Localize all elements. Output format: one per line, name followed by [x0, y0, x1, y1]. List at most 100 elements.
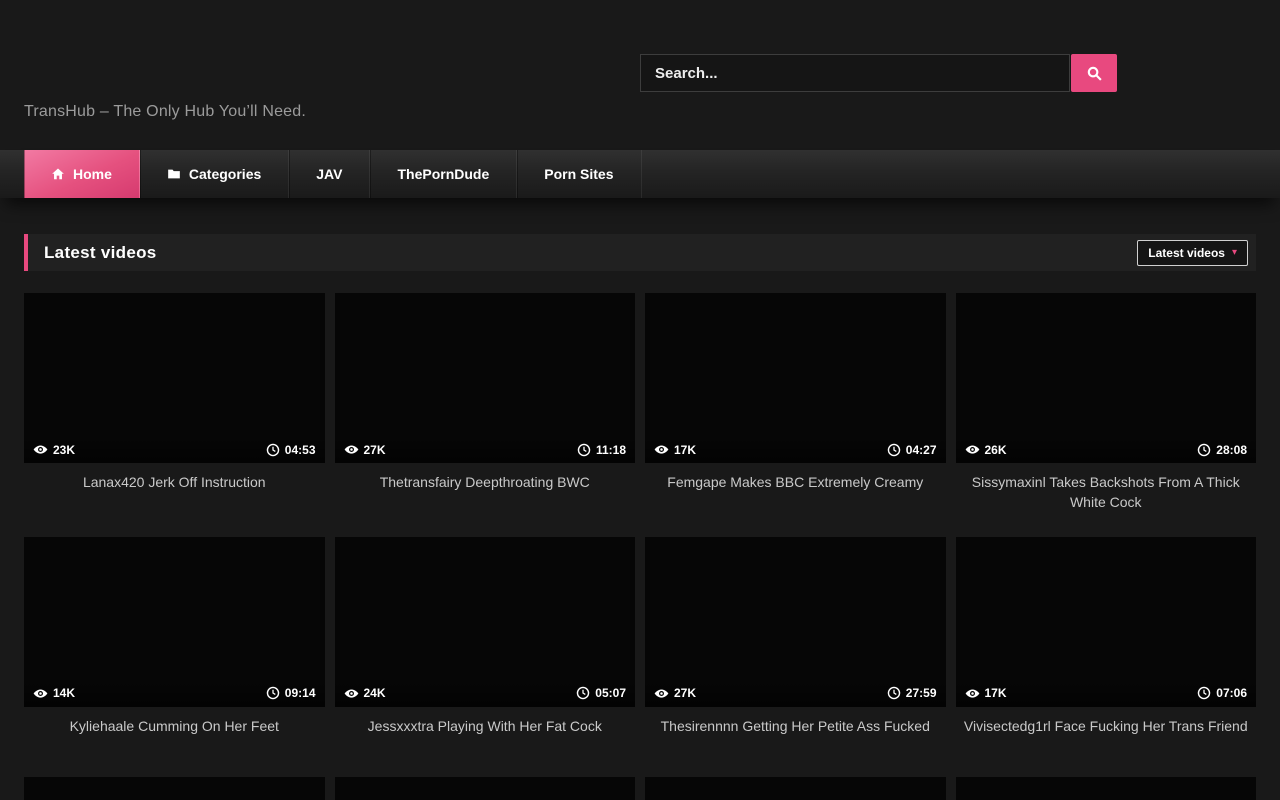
section-header: Latest videos Latest videos ▾: [24, 234, 1256, 271]
view-count: 14K: [33, 686, 75, 701]
video-duration: 04:27: [887, 443, 937, 457]
nav-item-label: Categories: [189, 166, 261, 182]
eye-icon: [344, 442, 359, 457]
view-count: 27K: [344, 442, 386, 457]
video-card[interactable]: 17K 04:27 Femgape: [645, 293, 946, 513]
video-meta: 26K 28:08: [956, 436, 1257, 463]
video-title[interactable]: Thetransfairy Deepthroating BWC: [335, 472, 636, 509]
clock-icon: [887, 443, 901, 457]
clock-icon: [576, 686, 590, 700]
video-card[interactable]: 17K 07:06 Vivisec: [956, 537, 1257, 753]
video-title[interactable]: Thesirennnn Getting Her Petite Ass Fucke…: [645, 716, 946, 753]
main-content: Latest videos Latest videos ▾: [24, 234, 1256, 800]
nav-item-home[interactable]: Home: [24, 150, 140, 198]
video-duration: 07:06: [1197, 686, 1247, 700]
view-count-value: 14K: [53, 686, 75, 700]
video-duration: 05:07: [576, 686, 626, 700]
video-title[interactable]: Vivisectedg1rl Face Fucking Her Trans Fr…: [956, 716, 1257, 753]
video-thumbnail[interactable]: 27K 27:59: [645, 537, 946, 707]
video-duration: 09:14: [266, 686, 316, 700]
search-button[interactable]: [1071, 54, 1117, 92]
sort-label: Latest videos: [1148, 246, 1225, 260]
video-meta: 23K 04:53: [24, 436, 325, 463]
video-title[interactable]: Kyliehaale Cumming On Her Feet: [24, 716, 325, 753]
video-title[interactable]: Femgape Makes BBC Extremely Creamy: [645, 472, 946, 509]
sort-dropdown[interactable]: Latest videos ▾: [1137, 240, 1248, 266]
video-thumbnail[interactable]: 17K 04:27: [645, 293, 946, 463]
nav-item-label: Porn Sites: [544, 166, 613, 182]
view-count: 17K: [965, 686, 1007, 701]
header: TransHub – The Only Hub You’ll Need.: [0, 0, 1280, 150]
video-thumbnail[interactable]: 17K 07:06: [956, 537, 1257, 707]
video-thumbnail[interactable]: 24K 05:07: [335, 537, 636, 707]
view-count-value: 24K: [364, 686, 386, 700]
view-count: 17K: [654, 442, 696, 457]
view-count: 24K: [344, 686, 386, 701]
video-card[interactable]: 26K 28:08 Sissyma: [956, 293, 1257, 513]
video-thumbnail[interactable]: [335, 777, 636, 800]
search-bar: [640, 54, 1117, 92]
video-card[interactable]: 24K 05:07 Jessxxx: [335, 537, 636, 753]
video-thumbnail[interactable]: [956, 777, 1257, 800]
nav-item-label: JAV: [316, 166, 342, 182]
video-duration: 28:08: [1197, 443, 1247, 457]
eye-icon: [33, 442, 48, 457]
video-meta: 17K 04:27: [645, 436, 946, 463]
clock-icon: [1197, 443, 1211, 457]
view-count: 23K: [33, 442, 75, 457]
eye-icon: [33, 686, 48, 701]
search-icon: [1086, 65, 1103, 82]
nav-item-label: Home: [73, 166, 112, 182]
video-card-partial[interactable]: [956, 777, 1257, 800]
nav-item-theporndude[interactable]: ThePornDude: [370, 150, 517, 198]
video-card[interactable]: 27K 11:18 Thetran: [335, 293, 636, 513]
eye-icon: [654, 686, 669, 701]
video-title[interactable]: Jessxxxtra Playing With Her Fat Cock: [335, 716, 636, 753]
main-nav: Home Categories JAV ThePornDude Porn Sit…: [0, 150, 1280, 198]
video-meta: 27K 27:59: [645, 680, 946, 707]
video-thumbnail[interactable]: [645, 777, 946, 800]
video-card[interactable]: 27K 27:59 Thesire: [645, 537, 946, 753]
video-duration: 27:59: [887, 686, 937, 700]
view-count-value: 27K: [674, 686, 696, 700]
video-duration-value: 07:06: [1216, 686, 1247, 700]
video-title[interactable]: Lanax420 Jerk Off Instruction: [24, 472, 325, 509]
nav-item-jav[interactable]: JAV: [289, 150, 370, 198]
home-icon: [51, 167, 65, 181]
video-thumbnail[interactable]: [24, 777, 325, 800]
video-card-partial[interactable]: [24, 777, 325, 800]
video-duration-value: 09:14: [285, 686, 316, 700]
eye-icon: [965, 442, 980, 457]
clock-icon: [266, 686, 280, 700]
nav-item-categories[interactable]: Categories: [140, 150, 289, 198]
video-thumbnail[interactable]: 26K 28:08: [956, 293, 1257, 463]
view-count-value: 26K: [985, 443, 1007, 457]
clock-icon: [1197, 686, 1211, 700]
video-meta: 27K 11:18: [335, 436, 636, 463]
video-title[interactable]: Sissymaxinl Takes Backshots From A Thick…: [956, 472, 1257, 513]
video-duration: 11:18: [577, 443, 626, 457]
video-thumbnail[interactable]: 23K 04:53: [24, 293, 325, 463]
video-card[interactable]: 23K 04:53 Lanax42: [24, 293, 325, 513]
nav-inner: Home Categories JAV ThePornDude Porn Sit…: [24, 150, 1256, 198]
search-input[interactable]: [640, 54, 1070, 92]
video-thumbnail[interactable]: 14K 09:14: [24, 537, 325, 707]
site-tagline: TransHub – The Only Hub You’ll Need.: [24, 103, 306, 121]
video-card-partial[interactable]: [645, 777, 946, 800]
video-duration-value: 27:59: [906, 686, 937, 700]
eye-icon: [654, 442, 669, 457]
video-meta: 24K 05:07: [335, 680, 636, 707]
clock-icon: [266, 443, 280, 457]
video-card[interactable]: 14K 09:14 Kylieha: [24, 537, 325, 753]
video-duration-value: 04:27: [906, 443, 937, 457]
view-count: 27K: [654, 686, 696, 701]
nav-item-porn-sites[interactable]: Porn Sites: [517, 150, 641, 198]
eye-icon: [344, 686, 359, 701]
view-count-value: 17K: [674, 443, 696, 457]
video-duration: 04:53: [266, 443, 316, 457]
video-card-partial[interactable]: [335, 777, 636, 800]
video-meta: 17K 07:06: [956, 680, 1257, 707]
video-thumbnail[interactable]: 27K 11:18: [335, 293, 636, 463]
video-duration-value: 04:53: [285, 443, 316, 457]
video-meta: 14K 09:14: [24, 680, 325, 707]
